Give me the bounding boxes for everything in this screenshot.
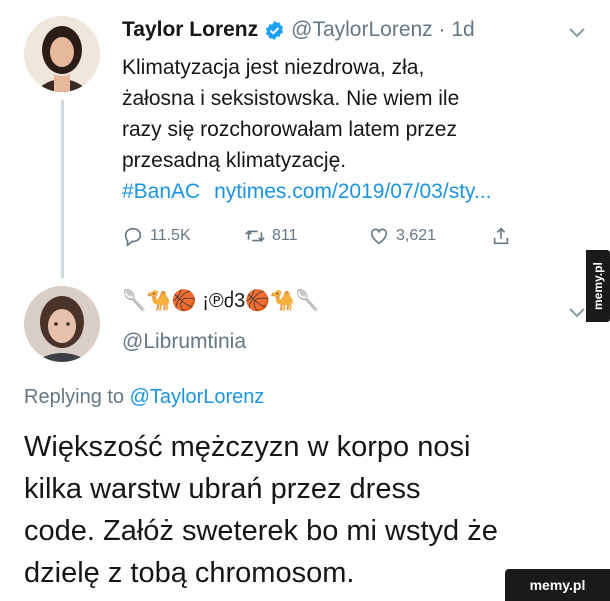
tweet1-author-name[interactable]: Taylor Lorenz xyxy=(122,18,258,42)
avatar-librumtinia[interactable] xyxy=(24,286,100,362)
reply-icon xyxy=(122,225,144,247)
tweet2-text-line: kilka warstw ubrań przez dress xyxy=(24,473,421,505)
share-icon xyxy=(490,225,512,247)
tweet1-text-line: Klimatyzacja jest niezdrowa, zła, xyxy=(122,56,425,79)
tweet2-text-line: Większość mężczyzn w korpo nosi xyxy=(24,431,471,463)
tweet2-author-name-text: 🥄🐪🏀 ¡℗ძ3🏀🐪🥄 xyxy=(122,290,320,312)
tweet2-text: Większość mężczyzn w korpo nosi kilka wa… xyxy=(24,426,498,594)
avatar-librumtinia-image xyxy=(24,286,100,362)
like-icon xyxy=(368,225,390,247)
tweet2-text-line: code. Załóż sweterek bo mi wstyd że xyxy=(24,515,498,547)
replying-to-label: Replying to xyxy=(24,386,125,408)
tweet2-handle[interactable]: @Librumtinia xyxy=(122,330,246,354)
tweet1-text: Klimatyzacja jest niezdrowa, zła, żałosn… xyxy=(122,52,491,207)
thread-connector-line xyxy=(61,100,64,278)
retweet-icon xyxy=(244,225,266,247)
reply-count: 11.5K xyxy=(150,227,191,244)
like-count: 3,621 xyxy=(396,227,437,244)
avatar-taylor[interactable] xyxy=(24,16,100,92)
share-action[interactable] xyxy=(490,225,512,247)
tweet1-text-line: przesadną klimatyzację. xyxy=(122,149,347,172)
memy-watermark-side: memy.pl xyxy=(586,250,610,322)
tweet1-handle-time[interactable]: @TaylorLorenz · 1d xyxy=(291,18,475,42)
tweet2-author-name[interactable]: 🥄🐪🏀 ¡℗ძ3🏀🐪🥄 xyxy=(122,288,320,313)
avatar-taylor-image xyxy=(24,16,100,92)
retweet-action[interactable]: 811 xyxy=(244,225,298,247)
tweet2-text-line: dzielę z tobą chromosom. xyxy=(24,557,355,589)
memy-watermark-side-text: memy.pl xyxy=(591,262,605,310)
replying-to: Replying to @TaylorLorenz xyxy=(24,386,264,409)
hashtag-link[interactable]: #BanAC xyxy=(122,180,200,203)
like-action[interactable]: 3,621 xyxy=(368,225,436,247)
chevron-down-icon[interactable] xyxy=(568,26,586,44)
verified-badge-icon xyxy=(264,20,285,41)
memy-watermark-bottom: memy.pl xyxy=(505,569,610,601)
tweet1-header: Taylor Lorenz @TaylorLorenz · 1d xyxy=(122,18,475,42)
tweet1-text-line: razy się rozchorowałam latem przez xyxy=(122,118,457,141)
article-link[interactable]: nytimes.com/2019/07/03/sty... xyxy=(214,180,491,203)
retweet-count: 811 xyxy=(272,227,298,244)
reply-action[interactable]: 11.5K xyxy=(122,225,191,247)
chevron-down-icon-2[interactable] xyxy=(568,306,586,324)
tweet1-text-line: żałosna i seksistowska. Nie wiem ile xyxy=(122,87,460,110)
memy-watermark-bottom-text: memy.pl xyxy=(529,577,586,593)
replying-to-handle[interactable]: @TaylorLorenz xyxy=(130,386,265,408)
